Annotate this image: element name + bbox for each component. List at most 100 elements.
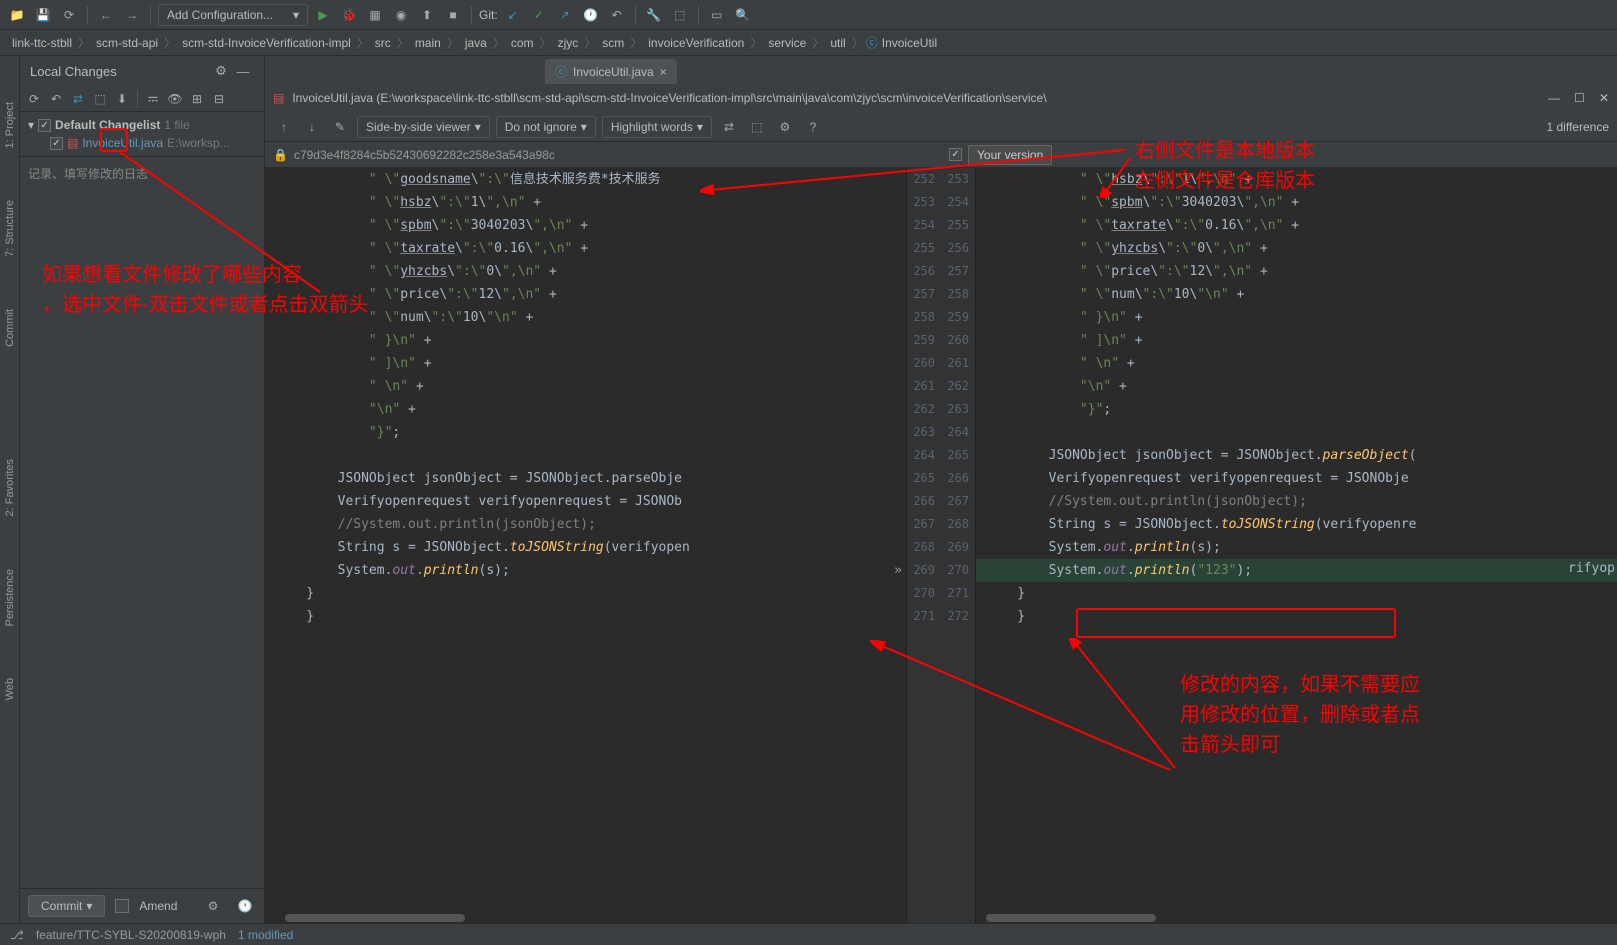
code-line: } xyxy=(976,582,1617,605)
crumb[interactable]: zjyc xyxy=(554,36,583,50)
help-icon[interactable]: ? xyxy=(802,116,824,138)
crumb[interactable]: scm xyxy=(598,36,628,50)
run-config-label: Add Configuration... xyxy=(167,8,273,22)
changelist-node[interactable]: ▾ ✓ Default Changelist 1 file xyxy=(28,116,256,134)
collapse-icon[interactable]: ⊟ xyxy=(209,89,229,109)
expand-icon[interactable]: ⊞ xyxy=(187,89,207,109)
stop-icon[interactable]: ■ xyxy=(442,4,464,26)
crumb[interactable]: scm-std-api xyxy=(92,36,162,50)
code-line: " }\n" + xyxy=(265,329,906,352)
diff-icon[interactable]: ⇄ xyxy=(68,89,88,109)
amend-checkbox[interactable] xyxy=(115,899,129,913)
tab-web[interactable]: Web xyxy=(2,672,18,706)
code-line: JSONObject jsonObject = JSONObject.parse… xyxy=(976,444,1617,467)
ignore-dropdown[interactable]: Do not ignore▾ xyxy=(496,116,596,138)
wrench-icon[interactable]: 🔧 xyxy=(643,4,665,26)
code-line xyxy=(976,628,1617,651)
code-line: " }\n" + xyxy=(976,306,1617,329)
commit-message[interactable]: 记录、填写修改的日志 xyxy=(20,156,264,888)
crumb[interactable]: service xyxy=(764,36,810,50)
commit-toolbar: ⟳ ↶ ⇄ ⬚ ⬇ 𝌁 👁 ⊞ ⊟ xyxy=(20,86,264,112)
left-pane[interactable]: " \"goodsname\":\"信息技术服务费*技术服务 " \"hsbz\… xyxy=(265,168,906,923)
highlight-dropdown[interactable]: Highlight words▾ xyxy=(602,116,712,138)
save-icon[interactable]: 💾 xyxy=(32,4,54,26)
crumb[interactable]: src xyxy=(371,36,395,50)
coverage-icon[interactable]: ▦ xyxy=(364,4,386,26)
close-icon[interactable]: ✕ xyxy=(1599,91,1609,105)
crumb[interactable]: main xyxy=(411,36,445,50)
viewer-dropdown[interactable]: Side-by-side viewer▾ xyxy=(357,116,490,138)
run-config-dropdown[interactable]: Add Configuration... ▾ xyxy=(158,4,308,26)
branch-icon[interactable]: ⎇ xyxy=(10,928,24,942)
crumb[interactable]: util xyxy=(826,36,849,50)
tab-persistence[interactable]: Persistence xyxy=(2,563,18,632)
file-name: InvoiceUtil.java xyxy=(82,136,163,150)
panel-title: Local Changes xyxy=(30,64,117,79)
tab-commit[interactable]: Commit xyxy=(2,303,18,353)
code-line: " ]\n" + xyxy=(265,352,906,375)
right-pane[interactable]: " \"hsbz\":\"1\",\n" + " \"spbm\":\"3040… xyxy=(976,168,1617,923)
run-icon[interactable]: ▶ xyxy=(312,4,334,26)
git-history-icon[interactable]: 🕐 xyxy=(580,4,602,26)
crumb[interactable]: java xyxy=(461,36,491,50)
shelve-icon[interactable]: ⬇ xyxy=(112,89,132,109)
hide-icon[interactable]: — xyxy=(232,60,254,82)
collapse-icon[interactable]: ⇄ xyxy=(718,116,740,138)
crumb[interactable]: invoiceVerification xyxy=(644,36,748,50)
refresh-icon[interactable]: ⟳ xyxy=(24,89,44,109)
git-rollback-icon[interactable]: ↶ xyxy=(606,4,628,26)
next-diff-icon[interactable]: ↓ xyxy=(301,116,323,138)
code-line: " \"spbm\":\"3040203\",\n" + xyxy=(265,214,906,237)
branch-name[interactable]: feature/TTC-SYBL-S20200819-wph xyxy=(36,928,226,942)
file-row[interactable]: ✓ ▤ InvoiceUtil.java E:\worksp... xyxy=(28,134,256,152)
code-line: "\n" + xyxy=(265,398,906,421)
code-line: " \n" + xyxy=(976,352,1617,375)
history-icon[interactable]: 🕐 xyxy=(234,895,256,917)
commit-panel: Local Changes ⚙ — ⟳ ↶ ⇄ ⬚ ⬇ 𝌁 👁 ⊞ ⊟ ▾ ✓ … xyxy=(20,56,265,923)
tab-favorites[interactable]: 2: Favorites xyxy=(2,453,18,522)
tab-structure[interactable]: 7: Structure xyxy=(2,194,18,263)
commit-button[interactable]: Commit▾ xyxy=(28,895,105,917)
search-icon[interactable]: 🔍 xyxy=(732,4,754,26)
code-line: " \"yhzcbs\":\"0\",\n" + xyxy=(976,237,1617,260)
code-line: Verifyopenrequest verifyopenrequest = JS… xyxy=(265,490,906,513)
code-line: //System.out.println(jsonObject); xyxy=(976,490,1617,513)
back-icon[interactable]: ← xyxy=(95,4,117,26)
prev-diff-icon[interactable]: ↑ xyxy=(273,116,295,138)
git-update-icon[interactable]: ↙ xyxy=(502,4,524,26)
rw-checkbox[interactable]: ✓ xyxy=(949,148,962,161)
editor-tab[interactable]: ⓒ InvoiceUtil.java × xyxy=(545,59,677,84)
gear-icon[interactable]: ⚙ xyxy=(202,895,224,917)
apply-change-icon[interactable]: » xyxy=(894,563,902,578)
pencil-icon[interactable]: ✎ xyxy=(329,116,351,138)
minimize-icon[interactable]: — xyxy=(1548,91,1560,105)
group-icon[interactable]: 𝌁 xyxy=(143,89,163,109)
close-icon[interactable]: × xyxy=(660,65,667,79)
checkbox[interactable]: ✓ xyxy=(50,137,63,150)
crumb[interactable]: InvoiceUtil xyxy=(878,36,941,50)
rollback-icon[interactable]: ↶ xyxy=(46,89,66,109)
forward-icon[interactable]: → xyxy=(121,4,143,26)
crumb[interactable]: com xyxy=(507,36,538,50)
sync-scroll-icon[interactable]: ⬚ xyxy=(746,116,768,138)
modified-count[interactable]: 1 modified xyxy=(238,928,293,942)
profile-icon[interactable]: ◉ xyxy=(390,4,412,26)
changelist-icon[interactable]: ⬚ xyxy=(90,89,110,109)
git-push-icon[interactable]: ↗ xyxy=(554,4,576,26)
attach-icon[interactable]: ⬆ xyxy=(416,4,438,26)
checkbox[interactable]: ✓ xyxy=(38,119,51,132)
sync-icon[interactable]: ⟳ xyxy=(58,4,80,26)
maximize-icon[interactable]: ☐ xyxy=(1574,91,1585,105)
code-line: } xyxy=(976,605,1617,628)
avd-icon[interactable]: ▭ xyxy=(706,4,728,26)
structure-icon[interactable]: ⬚ xyxy=(669,4,691,26)
git-commit-icon[interactable]: ✓ xyxy=(528,4,550,26)
crumb[interactable]: scm-std-InvoiceVerification-impl xyxy=(178,36,355,50)
gear-icon[interactable]: ⚙ xyxy=(210,60,232,82)
preview-icon[interactable]: 👁 xyxy=(165,89,185,109)
open-icon[interactable]: 📁 xyxy=(6,4,28,26)
debug-icon[interactable]: 🐞 xyxy=(338,4,360,26)
gear-icon[interactable]: ⚙ xyxy=(774,116,796,138)
crumb[interactable]: link-ttc-stbll xyxy=(8,36,76,50)
tab-project[interactable]: 1: Project xyxy=(2,96,18,154)
